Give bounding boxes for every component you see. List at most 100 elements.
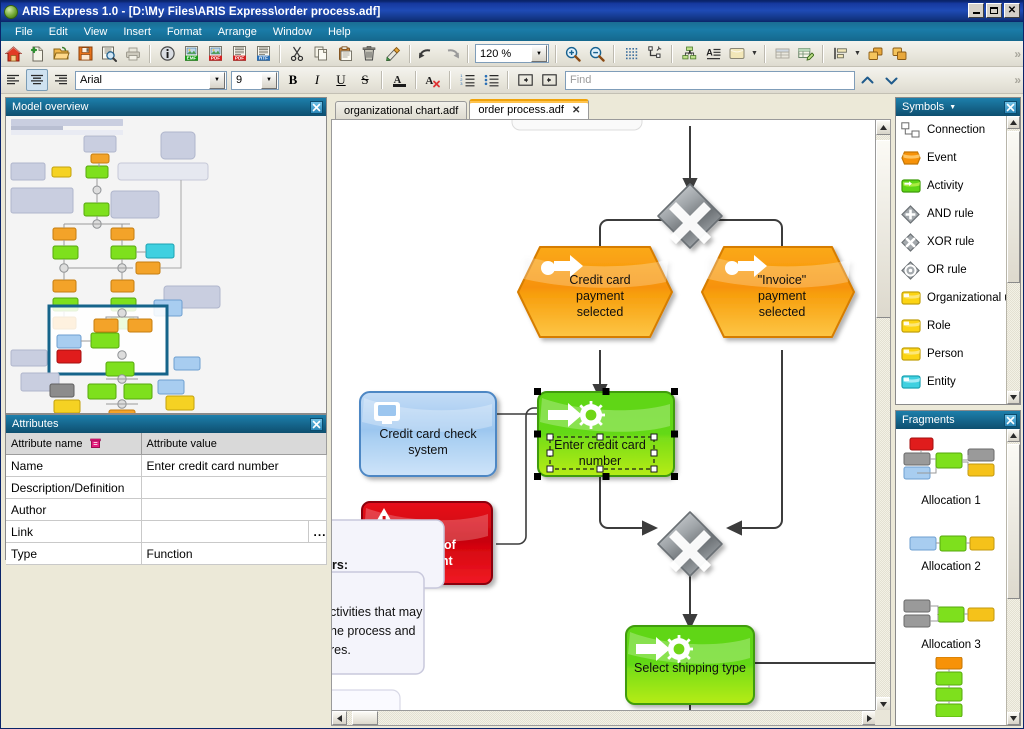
symbol-item-activity[interactable]: Activity [896,172,1020,200]
numbered-list-icon[interactable]: 123 [456,69,478,91]
new-document-icon[interactable] [26,43,48,65]
menu-insert[interactable]: Insert [115,24,159,40]
align-right-icon[interactable] [50,69,72,91]
close-panel-icon[interactable] [1004,414,1017,427]
menu-help[interactable]: Help [320,24,359,40]
export-pdf-report-icon[interactable]: PDF [228,43,250,65]
zoom-out-icon[interactable] [586,43,608,65]
close-panel-icon[interactable] [1004,101,1017,114]
close-button[interactable]: ✕ [1004,3,1020,18]
copy-icon[interactable] [310,43,332,65]
attribute-value-description[interactable] [141,477,326,499]
filter-icon[interactable] [90,438,101,449]
scroll-down-button[interactable] [1007,391,1020,404]
scroll-thumb[interactable] [1007,131,1020,283]
column-header-attribute-value[interactable]: Attribute value [141,433,326,455]
canvas-horizontal-scrollbar[interactable] [332,710,877,725]
zoom-in-icon[interactable] [562,43,584,65]
edit-table-icon[interactable] [795,43,817,65]
font-color-icon[interactable]: A [388,69,410,91]
menu-edit[interactable]: Edit [41,24,76,40]
column-header-attribute-name[interactable]: Attribute name [6,433,141,455]
align-center-icon[interactable] [26,69,48,91]
fragments-scrollbar[interactable] [1006,429,1020,725]
symbol-item-xor-rule[interactable]: XOR rule [896,228,1020,256]
table-row[interactable]: Type Function [6,543,326,565]
cut-icon[interactable] [286,43,308,65]
redo-icon[interactable] [440,43,462,65]
font-size-dropdown-arrow[interactable]: ▼ [261,72,277,89]
tab-close-icon[interactable]: ✕ [572,105,580,116]
chevron-down-icon[interactable]: ▼ [949,104,956,111]
undo-icon[interactable] [416,43,438,65]
fragments-list[interactable]: Allocation 1 Allocation 2 [896,429,1020,725]
symbols-list[interactable]: Connection Event Activity [896,116,1020,404]
menu-arrange[interactable]: Arrange [210,24,265,40]
symbol-item-entity[interactable]: Entity [896,368,1020,396]
menu-format[interactable]: Format [159,24,210,40]
attribute-value-author[interactable] [141,499,326,521]
model-overview-thumbnail[interactable] [6,116,326,413]
fill-color-dropdown-arrow[interactable]: ▼ [749,43,760,65]
horizontal-scroll-thumb[interactable] [352,711,378,725]
table-row[interactable]: Link ... [6,521,326,543]
link-browse-button[interactable]: ... [308,521,326,543]
symbol-item-organizational-unit[interactable]: Organizational u [896,284,1020,312]
align-dropdown-arrow[interactable]: ▼ [852,43,863,65]
italic-button[interactable]: I [306,69,328,91]
export-rtf-icon[interactable]: RTF [252,43,274,65]
bulleted-list-icon[interactable] [480,69,502,91]
delete-icon[interactable] [358,43,380,65]
tab-organizational-chart[interactable]: organizational chart.adf [335,101,467,119]
model-attributes-icon[interactable]: A [678,43,700,65]
fragment-item-partial[interactable] [896,651,1006,717]
symbols-scrollbar[interactable] [1006,116,1020,404]
canvas-vertical-scrollbar[interactable] [875,120,890,712]
clear-format-icon[interactable]: A [422,69,444,91]
fragment-item-allocation-2[interactable]: Allocation 2 [896,507,1006,573]
connection-mode-icon[interactable] [644,43,666,65]
symbol-item-role[interactable]: Role [896,312,1020,340]
save-icon[interactable] [74,43,96,65]
fragment-item-allocation-3[interactable]: Allocation 3 [896,573,1006,651]
symbol-item-and-rule[interactable]: AND rule [896,200,1020,228]
fill-color-icon[interactable] [726,43,748,65]
menu-window[interactable]: Window [265,24,320,40]
increase-indent-icon[interactable] [538,69,560,91]
chevron-up-icon[interactable] [856,69,878,91]
close-panel-icon[interactable] [310,418,323,431]
strikethrough-button[interactable]: S [354,69,376,91]
diagram-canvas[interactable]: Credit card payment selected "Invoice" p… [332,120,876,711]
chevron-down-icon[interactable] [880,69,902,91]
paste-icon[interactable] [334,43,356,65]
print-preview-icon[interactable] [98,43,120,65]
zoom-combo[interactable]: 120 % ▼ [475,44,549,63]
font-size-combo[interactable]: 9 ▼ [231,71,279,90]
fragment-item-allocation-1[interactable]: Allocation 1 [896,429,1006,507]
export-emf-icon[interactable]: EMF [180,43,202,65]
decrease-indent-icon[interactable] [514,69,536,91]
maximize-button[interactable] [986,3,1002,18]
menu-view[interactable]: View [76,24,116,40]
find-input[interactable]: Find [565,71,855,90]
scroll-up-button[interactable] [876,120,891,135]
scroll-up-button[interactable] [1007,429,1020,442]
export-pdf-icon[interactable]: PDF [204,43,226,65]
symbol-item-connection[interactable]: Connection [896,116,1020,144]
bold-button[interactable]: B [282,69,304,91]
text-attributes-icon[interactable]: A [702,43,724,65]
table-row[interactable]: Description/Definition [6,477,326,499]
info-icon[interactable] [156,43,178,65]
table-row[interactable]: Author [6,499,326,521]
scroll-left-button[interactable] [332,711,347,725]
symbol-item-event[interactable]: Event [896,144,1020,172]
symbol-item-person[interactable]: Person [896,340,1020,368]
menu-file[interactable]: File [7,24,41,40]
symbol-item-or-rule[interactable]: OR rule [896,256,1020,284]
grid-icon[interactable] [620,43,642,65]
attribute-value-name[interactable]: Enter credit card number [141,455,326,477]
scroll-thumb[interactable] [1007,444,1020,599]
diagram-canvas-container[interactable]: Credit card payment selected "Invoice" p… [331,119,891,726]
horizontal-scroll-track[interactable] [347,711,862,725]
zoom-dropdown-arrow[interactable]: ▼ [531,45,547,62]
